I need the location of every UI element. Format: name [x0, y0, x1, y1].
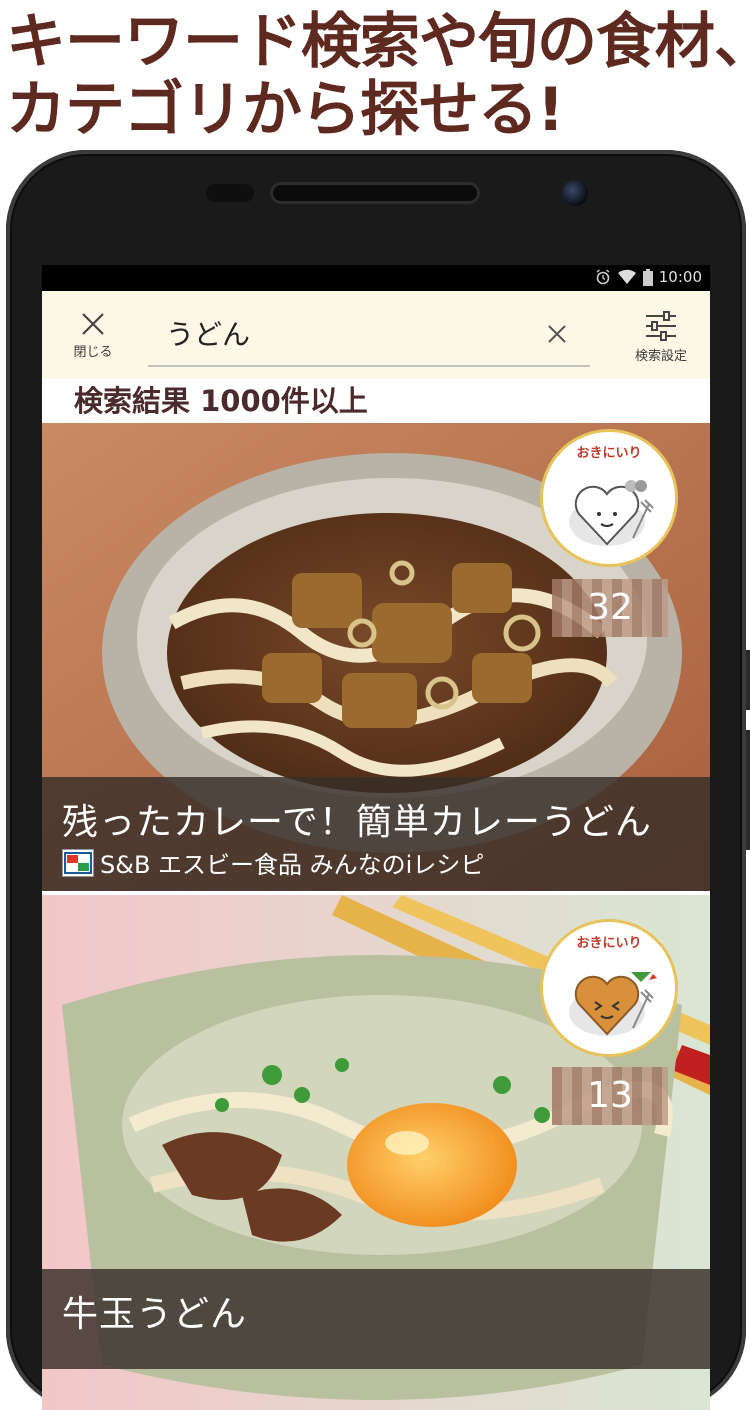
phone-speaker [270, 182, 480, 204]
recipe-card[interactable]: おきにいり 13 牛玉うどん [42, 895, 710, 1410]
close-button[interactable]: 閉じる [58, 311, 128, 371]
badge-label: おきにいり [576, 446, 642, 461]
heart-face-icon [569, 480, 654, 546]
recipe-caption: 牛玉うどん [42, 1269, 710, 1369]
phone-frame: 10:00 閉じる うどん 検索設定 検索結果 1000件以上 おきにいり 32… [6, 150, 750, 1410]
recipe-title: 残ったカレーで！簡単カレーうどん [62, 802, 652, 843]
close-label: 閉じる [73, 345, 113, 360]
recipe-source: S&B エスビー食品 みんなのiレシピ [62, 845, 484, 880]
sliders-icon [646, 311, 676, 341]
front-camera [562, 180, 588, 206]
favorite-count: 13 [552, 1067, 668, 1125]
clear-search-icon[interactable] [544, 321, 570, 347]
search-input[interactable]: うどん [148, 307, 590, 367]
promo-headline: キーワード検索や旬の食材、 カテゴリから探せる! [6, 8, 750, 144]
favorite-badge[interactable]: おきにいり [540, 429, 678, 567]
favorite-badge[interactable]: おきにいり [540, 919, 678, 1057]
headline-line-1: キーワード検索や旬の食材、 [6, 7, 750, 77]
side-button [746, 650, 750, 710]
favorite-count: 32 [552, 579, 668, 637]
result-count: 検索結果 1000件以上 [74, 384, 368, 418]
recipe-caption: 残ったカレーで！簡単カレーうどん S&B エスビー食品 みんなのiレシピ [42, 777, 710, 891]
headline-line-2: カテゴリから探せる! [6, 75, 564, 145]
settings-label: 検索設定 [634, 349, 687, 364]
side-button [746, 730, 750, 850]
status-time: 10:00 [658, 268, 702, 286]
heart-face-icon [569, 972, 657, 1036]
search-settings-button[interactable]: 検索設定 [622, 311, 700, 371]
wifi-icon [617, 269, 636, 284]
recipe-card[interactable]: おきにいり 32 残ったカレーで！簡単カレーうどん S&B エスビー食品 みんな… [42, 423, 710, 891]
alarm-icon [596, 269, 610, 285]
battery-icon [642, 268, 653, 286]
close-icon [82, 313, 104, 335]
badge-label: おきにいり [576, 936, 642, 951]
status-bar: 10:00 [42, 265, 710, 291]
phone-sensor [206, 184, 254, 202]
recipe-title: 牛玉うどん [62, 1294, 248, 1335]
recipe-source-text: S&B エスビー食品 みんなのiレシピ [100, 851, 485, 879]
sb-logo-icon [62, 848, 94, 877]
search-value: うどん [166, 318, 251, 351]
search-header: 閉じる うどん 検索設定 [42, 291, 710, 379]
app-screen: 10:00 閉じる うどん 検索設定 検索結果 1000件以上 おきにいり 32… [42, 265, 710, 1410]
